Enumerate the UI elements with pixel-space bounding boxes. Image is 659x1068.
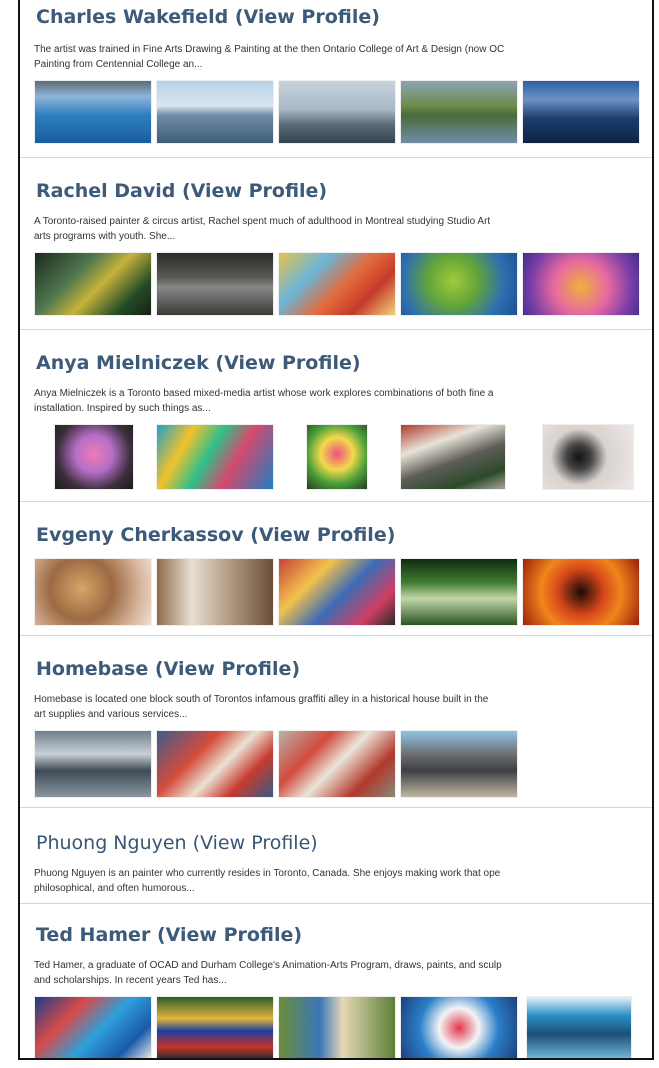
artwork-thumbnail[interactable]: [400, 424, 506, 490]
artist-card-anya-mielniczek: Anya Mielniczek (View Profile) Anya Miel…: [20, 330, 652, 502]
artist-description: Homebase is located one block south of T…: [34, 692, 652, 722]
view-profile-link[interactable]: (View Profile): [215, 352, 360, 374]
artwork-thumbnail[interactable]: [278, 558, 396, 626]
description-line: installation. Inspired by such things as…: [34, 403, 211, 414]
artist-name-link[interactable]: Homebase (View Profile): [36, 658, 300, 680]
view-profile-link[interactable]: (View Profile): [250, 524, 395, 546]
artist-name-link[interactable]: Ted Hamer (View Profile): [36, 924, 302, 946]
description-line: A Toronto-raised painter & circus artist…: [34, 216, 491, 227]
artist-name: Charles Wakefield: [36, 6, 229, 28]
artwork-thumbnail[interactable]: [278, 252, 396, 316]
artist-name-link[interactable]: Anya Mielniczek (View Profile): [36, 352, 361, 374]
artwork-thumbnails: [34, 252, 652, 316]
artwork-thumbnail[interactable]: [34, 252, 152, 316]
artwork-thumbnail[interactable]: [34, 996, 152, 1058]
artwork-thumbnails: [34, 996, 652, 1058]
view-profile-link[interactable]: (View Profile): [182, 180, 327, 202]
artwork-thumbnails: [34, 730, 652, 798]
artwork-thumbnail[interactable]: [156, 558, 274, 626]
description-line: Anya Mielniczek is a Toronto based mixed…: [34, 388, 494, 399]
artwork-thumbnail[interactable]: [400, 730, 518, 798]
artist-description: Phuong Nguyen is an painter who currentl…: [34, 866, 652, 896]
artwork-thumbnails: [34, 424, 652, 492]
artwork-thumbnail[interactable]: [34, 80, 152, 144]
artwork-thumbnail[interactable]: [400, 558, 518, 626]
artist-name-link[interactable]: Charles Wakefield (View Profile): [36, 6, 380, 28]
description-line: Painting from Centennial College an...: [34, 59, 203, 70]
view-profile-link[interactable]: (View Profile): [155, 658, 300, 680]
view-profile-link[interactable]: (View Profile): [157, 924, 302, 946]
artist-name: Phuong Nguyen: [36, 832, 187, 854]
description-line: philosophical, and often humorous...: [34, 883, 195, 894]
artwork-thumbnail[interactable]: [156, 80, 274, 144]
description-line: Homebase is located one block south of T…: [34, 694, 489, 705]
artwork-thumbnail[interactable]: [542, 424, 634, 490]
description-line: The artist was trained in Fine Arts Draw…: [34, 44, 505, 55]
artist-name: Evgeny Cherkassov: [36, 524, 244, 546]
artwork-thumbnail[interactable]: [156, 730, 274, 798]
artist-card-ted-hamer: Ted Hamer (View Profile) Ted Hamer, a gr…: [20, 904, 652, 1058]
artwork-thumbnails: [34, 80, 652, 144]
artist-name-link[interactable]: Phuong Nguyen (View Profile): [36, 832, 318, 854]
artwork-thumbnail[interactable]: [526, 996, 632, 1058]
artwork-thumbnail[interactable]: [400, 252, 518, 316]
artist-name-link[interactable]: Evgeny Cherkassov (View Profile): [36, 524, 395, 546]
artist-card-charles-wakefield: Charles Wakefield (View Profile) The art…: [20, 0, 652, 158]
artist-card-evgeny-cherkassov: Evgeny Cherkassov (View Profile): [20, 502, 652, 636]
artist-name-link[interactable]: Rachel David (View Profile): [36, 180, 327, 202]
artwork-thumbnail[interactable]: [522, 252, 640, 316]
description-line: and scholarships. In recent years Ted ha…: [34, 975, 227, 986]
artwork-thumbnail[interactable]: [306, 424, 368, 490]
artwork-thumbnail[interactable]: [156, 996, 274, 1058]
artwork-thumbnail[interactable]: [278, 730, 396, 798]
description-line: Ted Hamer, a graduate of OCAD and Durham…: [34, 960, 502, 971]
artist-name: Homebase: [36, 658, 149, 680]
artist-list: Charles Wakefield (View Profile) The art…: [18, 0, 654, 1060]
artwork-thumbnails: [34, 558, 652, 626]
artist-description: Ted Hamer, a graduate of OCAD and Durham…: [34, 958, 652, 988]
artwork-thumbnail[interactable]: [34, 730, 152, 798]
artwork-thumbnail[interactable]: [278, 80, 396, 144]
view-profile-link[interactable]: (View Profile): [235, 6, 380, 28]
view-profile-link[interactable]: (View Profile): [193, 832, 318, 854]
artwork-thumbnail[interactable]: [400, 80, 518, 144]
artwork-thumbnail[interactable]: [400, 996, 518, 1058]
artwork-thumbnail[interactable]: [54, 424, 134, 490]
artwork-thumbnail[interactable]: [522, 80, 640, 144]
artwork-thumbnail[interactable]: [278, 996, 396, 1058]
description-line: arts programs with youth. She...: [34, 231, 176, 242]
artist-name: Anya Mielniczek: [36, 352, 209, 374]
artist-description: Anya Mielniczek is a Toronto based mixed…: [34, 386, 652, 416]
artist-description: A Toronto-raised painter & circus artist…: [34, 214, 652, 244]
artwork-thumbnail[interactable]: [156, 252, 274, 316]
description-line: Phuong Nguyen is an painter who currentl…: [34, 868, 501, 879]
description-line: art supplies and various services...: [34, 709, 188, 720]
artwork-thumbnail[interactable]: [34, 558, 152, 626]
artist-name: Rachel David: [36, 180, 176, 202]
artist-description: The artist was trained in Fine Arts Draw…: [34, 42, 652, 72]
artwork-thumbnail[interactable]: [156, 424, 274, 490]
artist-card-phuong-nguyen: Phuong Nguyen (View Profile) Phuong Nguy…: [20, 808, 652, 904]
artist-card-rachel-david: Rachel David (View Profile) A Toronto-ra…: [20, 158, 652, 330]
artist-card-homebase: Homebase (View Profile) Homebase is loca…: [20, 636, 652, 808]
artwork-thumbnail[interactable]: [522, 558, 640, 626]
artist-name: Ted Hamer: [36, 924, 151, 946]
